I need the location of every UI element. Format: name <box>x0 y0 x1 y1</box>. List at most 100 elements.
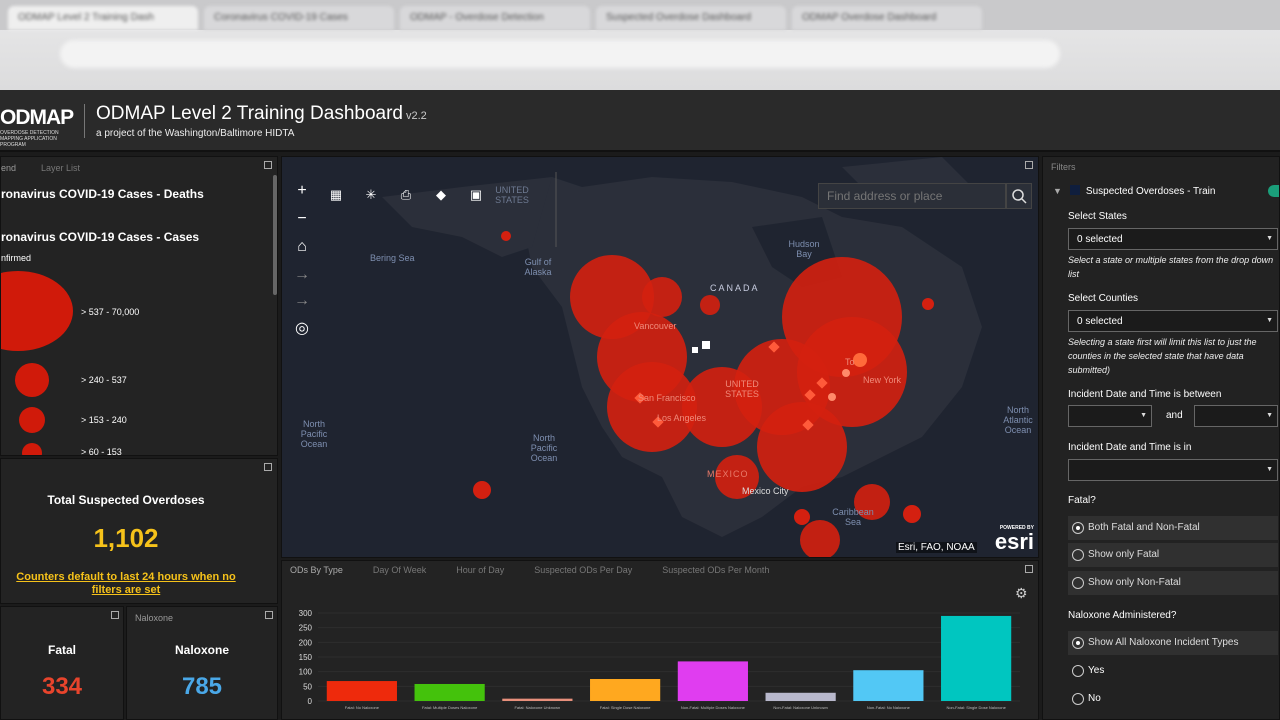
fatal-panel: Fatal 334 <box>0 606 124 720</box>
filter-layer-header[interactable]: ▼ Suspected Overdoses - Train <box>1053 185 1215 197</box>
states-select[interactable]: 0 selected ▼ <box>1068 228 1278 250</box>
map-label-npo2: North Pacific Ocean <box>530 433 558 463</box>
covid-case-circle <box>903 505 921 523</box>
tab-legend[interactable]: end <box>1 163 16 173</box>
radio-only-fatal[interactable]: Show only Fatal <box>1068 543 1278 567</box>
covid-case-circle <box>922 298 934 310</box>
y-tick-label: 300 <box>299 609 313 618</box>
browser-tab[interactable]: Suspected Overdose Dashboard <box>596 6 786 30</box>
tab-layer-list[interactable]: Layer List <box>41 163 80 173</box>
odmap-logo: ODMAP OVERDOSE DETECTION MAPPING APPLICA… <box>0 106 74 148</box>
minimize-button[interactable] <box>1025 565 1033 573</box>
radio-button[interactable] <box>1072 549 1084 561</box>
counter-note: Counters default to last 24 hours when n… <box>16 571 236 596</box>
locate-button[interactable]: ◎ <box>290 317 314 341</box>
chart-bar[interactable] <box>853 670 924 701</box>
fatal-value: 334 <box>41 673 83 700</box>
overdose-marker-selected <box>692 347 698 353</box>
app-header: ODMAP OVERDOSE DETECTION MAPPING APPLICA… <box>0 90 1280 152</box>
radio-both-fatal[interactable]: Both Fatal and Non-Fatal <box>1068 516 1278 540</box>
minimize-button[interactable] <box>264 161 272 169</box>
x-tick-label: Fatal: Multiple Doses Naloxone <box>422 705 478 710</box>
y-tick-label: 250 <box>299 624 313 633</box>
basemap-gallery-icon[interactable]: ▦ <box>324 183 348 207</box>
browser-tab[interactable]: ODMAP - Overdose Detection <box>400 6 590 30</box>
radio-label: Show All Naloxone Incident Types <box>1088 637 1239 648</box>
map-label-los-angeles: Los Angeles <box>657 413 707 423</box>
naloxone-filter-label: Naloxone Administered? <box>1068 610 1177 621</box>
counties-help: Selecting a state first will limit this … <box>1068 337 1257 375</box>
radio-only-nonfatal[interactable]: Show only Non-Fatal <box>1068 571 1278 595</box>
search-button[interactable] <box>1006 183 1032 209</box>
layer-filter-toggle[interactable] <box>1268 185 1279 197</box>
radio-all-naloxone[interactable]: Show All Naloxone Incident Types <box>1068 631 1278 655</box>
counties-select[interactable]: 0 selected ▼ <box>1068 310 1278 332</box>
chart-bar[interactable] <box>590 679 661 701</box>
x-tick-label: Non-Fatal: Single Dose Naloxone <box>946 705 1006 710</box>
esri-logo[interactable]: POWERED BY esri <box>982 525 1034 553</box>
chart-bar[interactable] <box>414 683 485 701</box>
chart-bar[interactable] <box>765 692 836 701</box>
radio-button[interactable] <box>1072 665 1084 677</box>
minimize-button[interactable] <box>264 463 272 471</box>
bookmarks-icon[interactable]: ▣ <box>464 183 488 207</box>
date-start-input[interactable]: ▼ <box>1068 405 1152 427</box>
zoom-in-button[interactable]: + <box>290 179 314 203</box>
map-label-gulf: Gulf of Alaska <box>524 257 552 277</box>
legend-scrollbar[interactable] <box>273 175 277 295</box>
chart-bar[interactable] <box>502 698 573 701</box>
filters-panel: Filters ▼ Suspected Overdoses - Train Sel… <box>1042 156 1280 720</box>
radio-naloxone-no[interactable]: No <box>1068 687 1278 711</box>
address-bar[interactable] <box>60 40 1060 68</box>
forward-button[interactable]: → <box>290 289 314 313</box>
search-icon <box>1012 189 1027 204</box>
map-search-input[interactable] <box>818 183 1006 209</box>
minimize-button[interactable] <box>111 611 119 619</box>
measure-icon[interactable]: ✳ <box>359 183 383 207</box>
radio-label: Both Fatal and Non-Fatal <box>1088 522 1200 533</box>
overdose-marker <box>842 369 850 377</box>
layer-color-swatch <box>1069 185 1080 195</box>
map-label-hudson: Hudson Bay <box>788 239 820 259</box>
map-view[interactable]: + − ⌂ → → ◎ ▦ ✳ ⎙ ◆ ▣ Bering Sea Gulf of… <box>281 156 1039 558</box>
covid-case-circle <box>473 481 491 499</box>
share-icon[interactable]: ◆ <box>429 183 453 207</box>
radio-button-selected[interactable] <box>1072 637 1084 649</box>
overdose-marker <box>828 393 836 401</box>
browser-tab[interactable]: Coronavirus COVID-19 Cases <box>204 6 394 30</box>
radio-button-selected[interactable] <box>1072 522 1084 534</box>
zoom-out-button[interactable]: − <box>290 207 314 231</box>
back-button[interactable]: → <box>290 263 314 287</box>
x-tick-label: Non-Fatal: Naloxone Unknown <box>773 705 827 710</box>
x-tick-label: Fatal: No Naloxone <box>345 705 380 710</box>
minimize-button[interactable] <box>1025 161 1033 169</box>
bar-chart: 0 50 100 150 200 250 300 Fatal: No Naloxone Fata… <box>299 609 1020 710</box>
naloxone-tab[interactable]: Naloxone <box>135 613 173 623</box>
map-attribution[interactable]: Esri, FAO, NOAA <box>896 542 977 553</box>
home-button[interactable]: ⌂ <box>290 235 314 259</box>
chevron-down-icon[interactable]: ▼ <box>1053 186 1062 196</box>
minimize-button[interactable] <box>265 611 273 619</box>
radio-naloxone-yes[interactable]: Yes <box>1068 659 1278 683</box>
legend-symbol-small <box>19 407 45 433</box>
map-label-nao: North Atlantic Ocean <box>1003 405 1033 435</box>
browser-tab[interactable]: ODMAP Level 2 Training Dash <box>8 6 198 30</box>
logo-text: ODMAP <box>0 106 74 129</box>
print-icon[interactable]: ⎙ <box>394 183 418 207</box>
radio-button[interactable] <box>1072 577 1084 589</box>
chart-bar[interactable] <box>677 661 748 701</box>
radio-label: No <box>1088 693 1101 704</box>
browser-tab[interactable]: ODMAP Overdose Dashboard <box>792 6 982 30</box>
chart-bar[interactable] <box>326 681 397 701</box>
states-help: Select a state or multiple states from t… <box>1068 255 1274 279</box>
legend-class-label: > 240 - 537 <box>81 375 127 385</box>
date-in-select[interactable]: ▼ <box>1068 459 1278 481</box>
chevron-down-icon: ▼ <box>1266 317 1273 324</box>
radio-button[interactable] <box>1072 693 1084 705</box>
naloxone-panel: Naloxone Naloxone 785 <box>126 606 278 720</box>
x-tick-label: Fatal: Naloxone Unknown <box>514 705 560 710</box>
map-label-toronto: To <box>845 357 855 367</box>
date-end-input[interactable]: ▼ <box>1194 405 1278 427</box>
chart-bar[interactable] <box>941 615 1012 701</box>
legend-symbol-large <box>1 271 73 351</box>
